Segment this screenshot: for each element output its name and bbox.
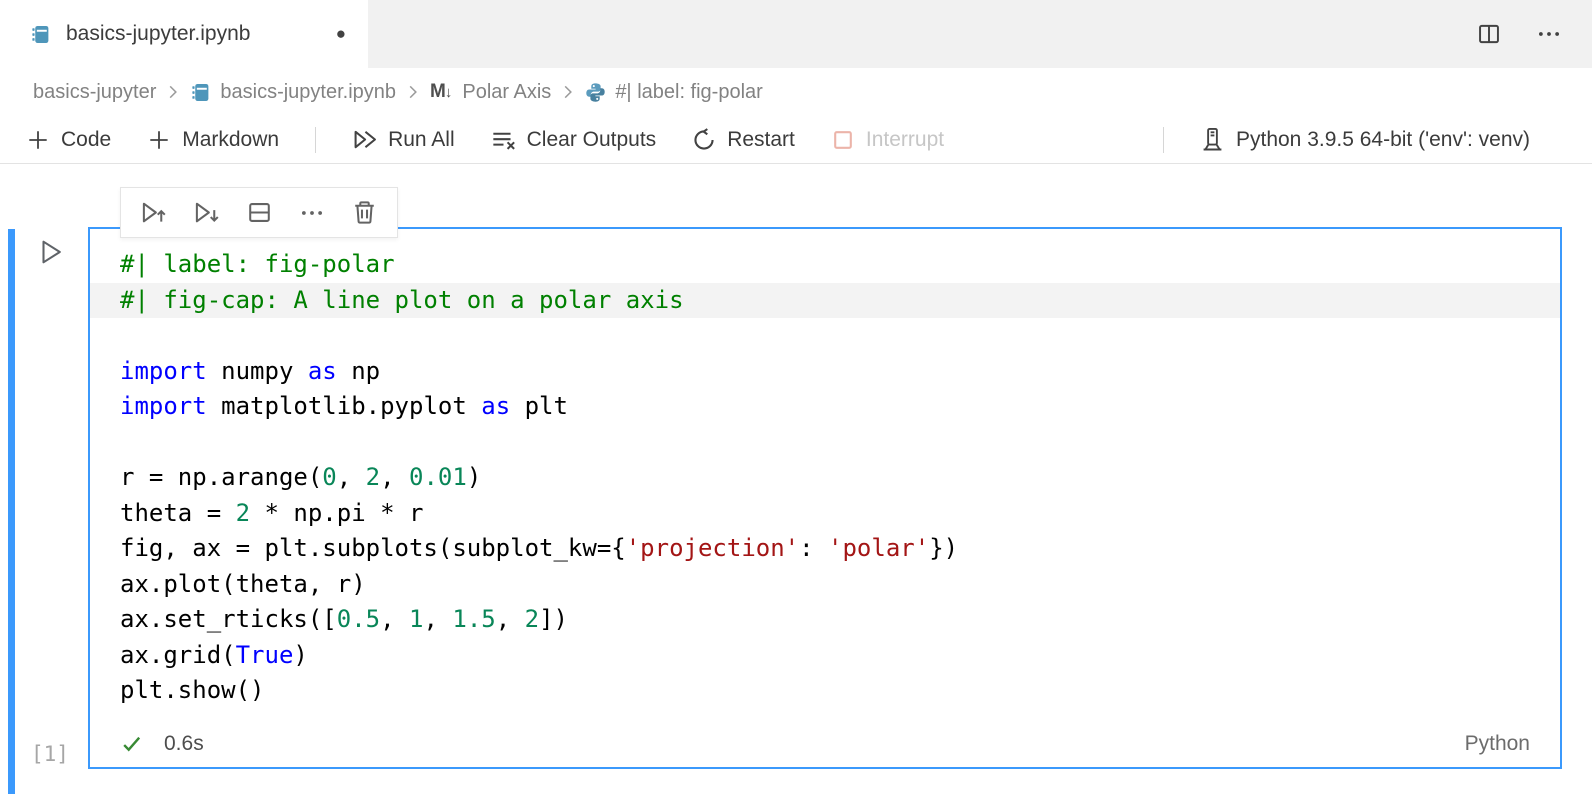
notebook-toolbar: Code Markdown Run All Clear Outputs Restart I… bbox=[0, 116, 1592, 164]
python-icon bbox=[585, 82, 606, 103]
run-all-label: Run All bbox=[388, 128, 455, 152]
code-line[interactable]: #| label: fig-polar bbox=[90, 247, 1560, 283]
restart-icon bbox=[692, 128, 716, 152]
add-code-button[interactable]: Code bbox=[26, 128, 111, 152]
interrupt-label: Interrupt bbox=[866, 128, 944, 152]
chevron-right-icon bbox=[404, 83, 422, 101]
code-line[interactable]: ax.set_rticks([0.5, 1, 1.5, 2]) bbox=[90, 602, 1560, 638]
add-markdown-label: Markdown bbox=[182, 128, 279, 152]
breadcrumb-label: basics-jupyter bbox=[33, 81, 156, 104]
more-actions-icon[interactable] bbox=[1536, 21, 1562, 47]
breadcrumb-item-basics-jupyter[interactable]: basics-jupyter bbox=[33, 81, 156, 104]
clear-outputs-button[interactable]: Clear Outputs bbox=[491, 127, 657, 152]
code-line[interactable]: r = np.arange(0, 2, 0.01) bbox=[90, 460, 1560, 496]
kernel-picker-button[interactable]: Python 3.9.5 64-bit ('env': venv) bbox=[1200, 127, 1530, 152]
run-all-button[interactable]: Run All bbox=[352, 127, 455, 152]
tab-bar: basics-jupyter.ipynb ● bbox=[0, 0, 1592, 68]
execution-count: [1] bbox=[31, 742, 69, 766]
cell-language-picker[interactable]: Python bbox=[1465, 732, 1530, 756]
delete-cell-button[interactable] bbox=[351, 199, 378, 226]
code-line[interactable]: import matplotlib.pyplot as plt bbox=[90, 389, 1560, 425]
code-line[interactable]: import numpy as np bbox=[90, 354, 1560, 390]
cell-focus-bar bbox=[8, 229, 15, 794]
execute-above-button[interactable] bbox=[140, 199, 167, 226]
add-markdown-button[interactable]: Markdown bbox=[147, 128, 279, 152]
chevron-right-icon bbox=[164, 83, 182, 101]
breadcrumb-item-polar-axis[interactable]: M↓ Polar Axis bbox=[430, 81, 551, 104]
breadcrumb-item-basics-jupyter-ipynb[interactable]: basics-jupyter.ipynb bbox=[190, 81, 396, 104]
code-line[interactable] bbox=[90, 425, 1560, 461]
interrupt-icon bbox=[831, 128, 855, 152]
breadcrumb: basics-jupyter basics-jupyter.ipynb M↓ Pola… bbox=[0, 68, 1592, 116]
kernel-icon bbox=[1200, 127, 1225, 152]
toolbar-divider bbox=[315, 127, 316, 153]
cell-toolbar bbox=[120, 187, 398, 238]
code-line[interactable]: fig, ax = plt.subplots(subplot_kw={'proj… bbox=[90, 531, 1560, 567]
cell-status-bar: 0.6s Python bbox=[90, 721, 1560, 767]
split-cell-button[interactable] bbox=[246, 199, 273, 226]
code-line[interactable]: theta = 2 * np.pi * r bbox=[90, 496, 1560, 532]
breadcrumb-item--label-fig-polar[interactable]: #| label: fig-polar bbox=[585, 81, 763, 104]
modified-indicator: ● bbox=[336, 24, 346, 44]
toolbar-divider bbox=[1163, 127, 1164, 153]
execute-below-button[interactable] bbox=[193, 199, 220, 226]
add-code-label: Code bbox=[61, 128, 111, 152]
run-cell-button[interactable] bbox=[36, 237, 66, 267]
breadcrumb-label: basics-jupyter.ipynb bbox=[220, 81, 396, 104]
breadcrumb-label: #| label: fig-polar bbox=[615, 81, 763, 104]
more-actions-button[interactable] bbox=[299, 200, 325, 226]
tab-title: basics-jupyter.ipynb bbox=[66, 22, 250, 46]
chevron-right-icon bbox=[559, 83, 577, 101]
code-line[interactable]: #| fig-cap: A line plot on a polar axis bbox=[90, 283, 1560, 319]
code-line[interactable]: ax.plot(theta, r) bbox=[90, 567, 1560, 603]
split-editor-icon[interactable] bbox=[1476, 21, 1502, 47]
code-line[interactable]: plt.show() bbox=[90, 673, 1560, 709]
clear-outputs-label: Clear Outputs bbox=[527, 128, 657, 152]
notebook-icon bbox=[190, 82, 211, 103]
run-all-icon bbox=[352, 127, 377, 152]
plus-icon bbox=[147, 128, 171, 152]
success-check-icon bbox=[120, 732, 144, 756]
code-editor[interactable]: #| label: fig-polar#| fig-cap: A line pl… bbox=[90, 229, 1560, 709]
code-cell[interactable]: #| label: fig-polar#| fig-cap: A line pl… bbox=[88, 227, 1562, 769]
notebook-icon bbox=[30, 24, 51, 45]
code-line[interactable] bbox=[90, 318, 1560, 354]
interrupt-button: Interrupt bbox=[831, 128, 944, 152]
plus-icon bbox=[26, 128, 50, 152]
clear-outputs-icon bbox=[491, 127, 516, 152]
tab-basics-jupyter[interactable]: basics-jupyter.ipynb ● bbox=[0, 0, 368, 68]
kernel-picker-label: Python 3.9.5 64-bit ('env': venv) bbox=[1236, 128, 1530, 152]
editor-actions bbox=[1476, 0, 1592, 68]
restart-label: Restart bbox=[727, 128, 795, 152]
restart-button[interactable]: Restart bbox=[692, 128, 795, 152]
code-line[interactable]: ax.grid(True) bbox=[90, 638, 1560, 674]
markdown-cell-icon: M↓ bbox=[430, 81, 453, 103]
breadcrumb-label: Polar Axis bbox=[462, 81, 551, 104]
execution-duration: 0.6s bbox=[164, 732, 204, 756]
notebook-editor: [1] #| label: fig-polar#| fig-cap: A lin… bbox=[0, 164, 1592, 801]
